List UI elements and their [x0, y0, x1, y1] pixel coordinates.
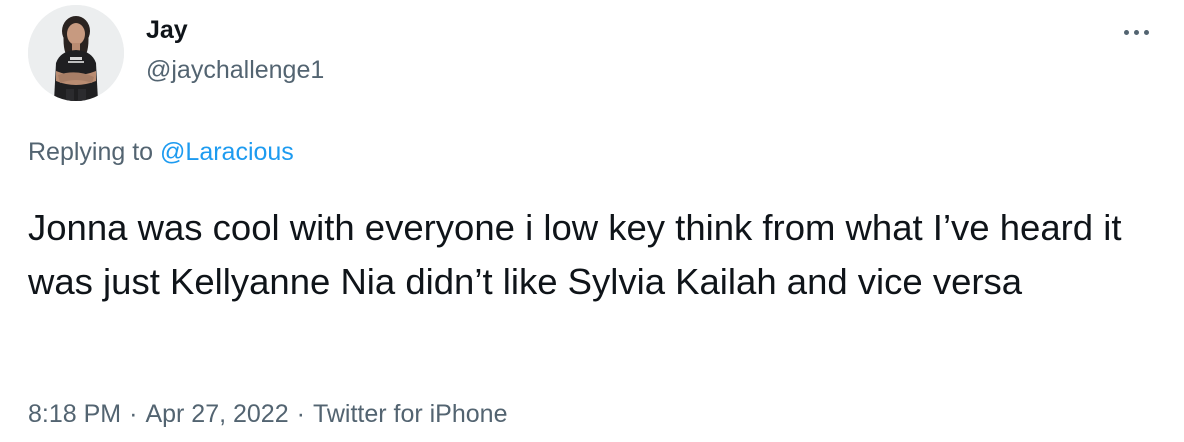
tweet-card: Jay @jaychallenge1 Replying to @Laraciou… — [0, 0, 1184, 442]
more-options-button[interactable] — [1112, 18, 1160, 46]
more-horizontal-icon — [1143, 29, 1149, 35]
tweet-text: Jonna was cool with everyone i low key t… — [28, 207, 1122, 302]
more-horizontal-icon — [1133, 29, 1139, 35]
tweet-time-link[interactable]: 8:18 PM — [28, 400, 121, 428]
user-handle[interactable]: @jaychallenge1 — [146, 54, 324, 86]
avatar[interactable] — [28, 5, 124, 101]
replying-to-label: Replying to — [28, 138, 154, 166]
tweet-metadata: 8:18 PM · Apr 27, 2022 · Twitter for iPhone — [28, 398, 507, 430]
reply-mention-link[interactable]: @Laracious — [160, 138, 294, 166]
replying-to: Replying to @Laracious — [28, 136, 294, 168]
meta-separator: · — [129, 400, 138, 428]
profile-photo-icon — [28, 5, 124, 101]
meta-separator: · — [296, 400, 305, 428]
display-name[interactable]: Jay — [146, 14, 188, 46]
tweet-date-link[interactable]: Apr 27, 2022 — [145, 400, 288, 428]
more-horizontal-icon — [1123, 29, 1129, 35]
tweet-source-link[interactable]: Twitter for iPhone — [313, 400, 508, 428]
